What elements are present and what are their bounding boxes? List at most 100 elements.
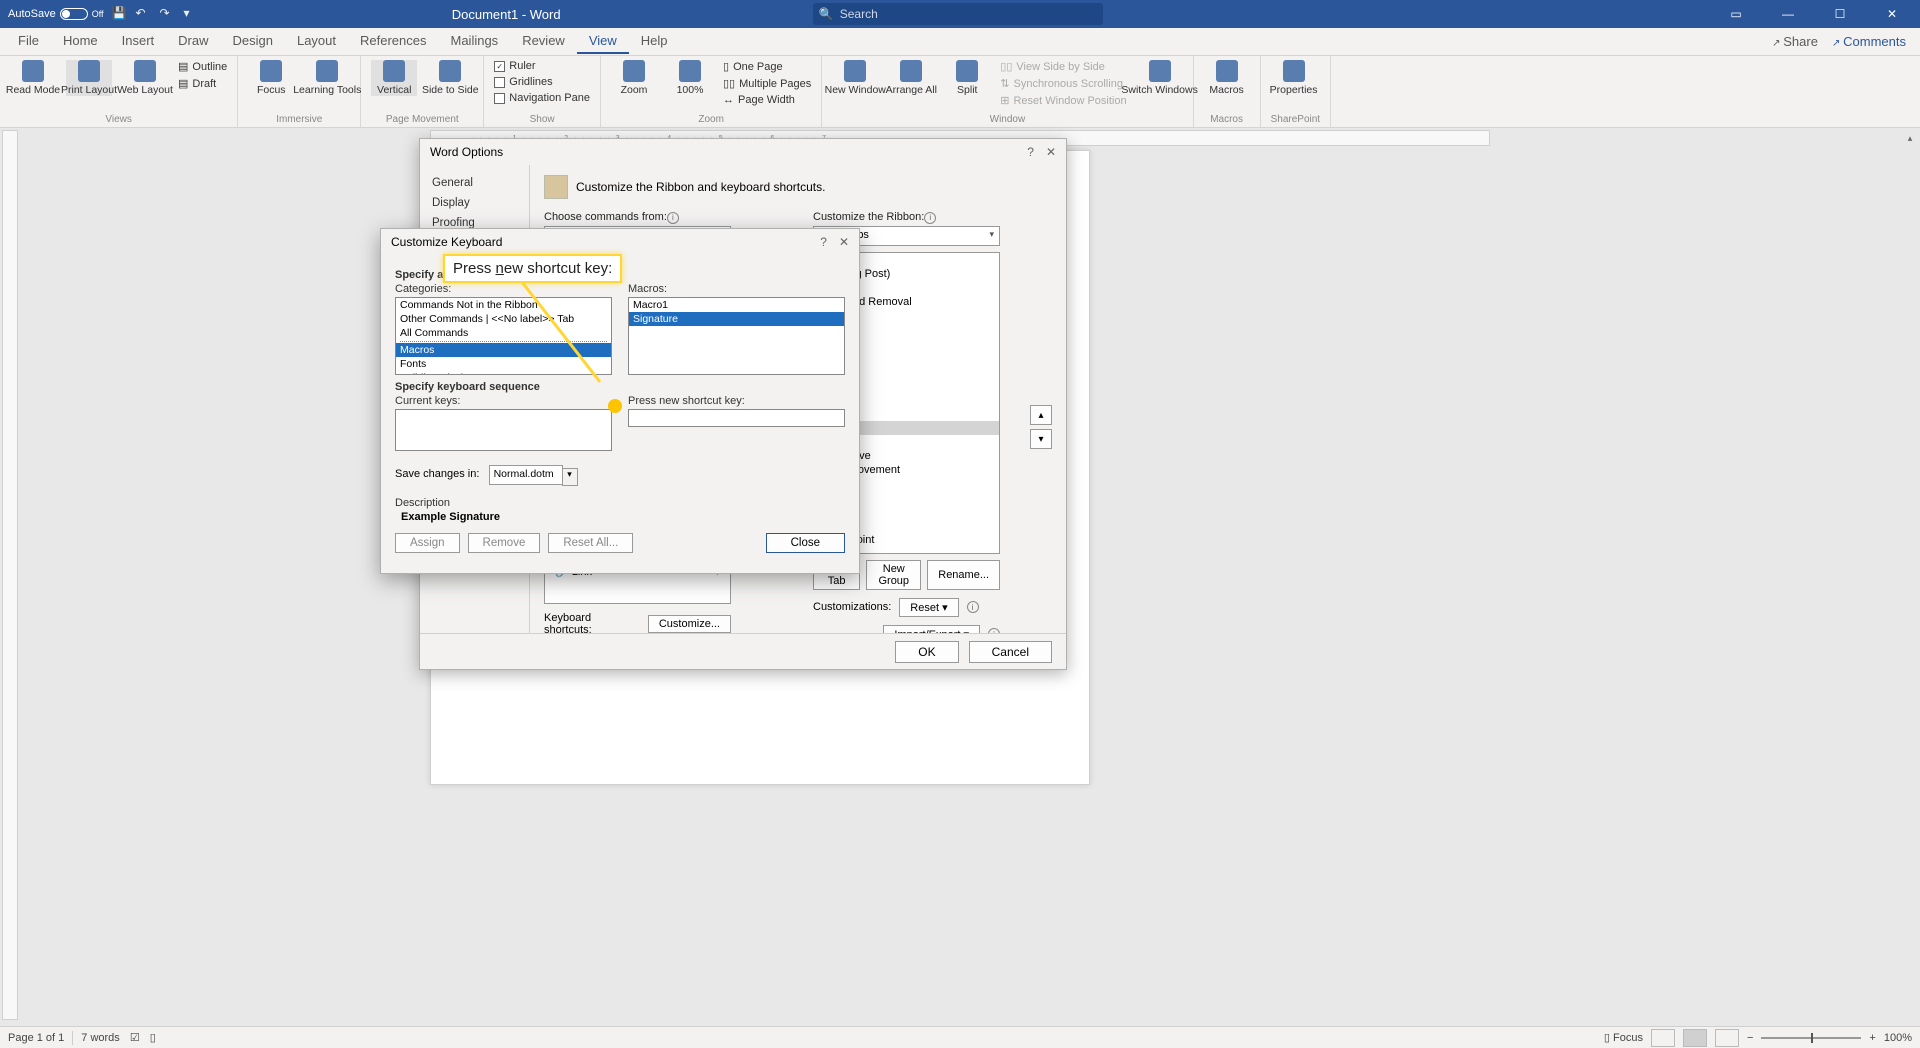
close-icon[interactable]: ✕ xyxy=(1046,145,1056,159)
draft-icon: ▤ xyxy=(178,77,188,90)
focus-button[interactable]: Focus xyxy=(248,60,294,96)
qat-icon[interactable]: ▾ xyxy=(184,6,200,22)
read-mode-button[interactable]: Read Mode xyxy=(10,60,56,96)
properties-button[interactable]: Properties xyxy=(1271,60,1317,96)
close-button[interactable]: Close xyxy=(766,533,845,553)
close-icon[interactable]: ✕ xyxy=(1872,0,1912,28)
redo-icon[interactable]: ↷ xyxy=(160,6,176,22)
list-item[interactable]: Fonts xyxy=(396,357,611,371)
outline-button[interactable]: ▤Outline xyxy=(178,60,227,73)
list-item[interactable]: Building Blocks xyxy=(396,371,611,375)
macros-list[interactable]: Macro1Signature xyxy=(628,297,845,375)
current-keys-list[interactable] xyxy=(395,409,612,451)
close-icon[interactable]: ✕ xyxy=(839,235,849,249)
list-item[interactable]: Commands Not in the Ribbon xyxy=(396,298,611,312)
zoom-slider[interactable] xyxy=(1761,1037,1861,1039)
rename-button[interactable]: Rename... xyxy=(927,560,1000,590)
learning-tools-button[interactable]: Learning Tools xyxy=(304,60,350,96)
tab-review[interactable]: Review xyxy=(510,29,577,54)
side-to-side-button[interactable]: Side to Side xyxy=(427,60,473,96)
tab-layout[interactable]: Layout xyxy=(285,29,348,54)
word-count[interactable]: 7 words xyxy=(81,1032,120,1044)
read-mode-view-icon[interactable] xyxy=(1651,1029,1675,1047)
undo-icon[interactable]: ↶ xyxy=(136,6,152,22)
remove-button[interactable]: Remove xyxy=(468,533,541,553)
list-item[interactable]: Other Commands | <<No label>> Tab xyxy=(396,312,611,326)
tab-file[interactable]: File xyxy=(6,29,51,54)
save-icon[interactable]: 💾 xyxy=(112,6,128,22)
tab-design[interactable]: Design xyxy=(221,29,285,54)
assign-button[interactable]: Assign xyxy=(395,533,460,553)
autosave-toggle[interactable]: AutoSave Off xyxy=(8,8,104,20)
minimize-icon[interactable]: — xyxy=(1768,0,1808,28)
new-window-button[interactable]: New Window xyxy=(832,60,878,96)
autosave-state: Off xyxy=(92,9,104,19)
page-width-button[interactable]: ↔Page Width xyxy=(723,94,811,106)
move-down-button[interactable]: ▾ xyxy=(1030,429,1052,449)
reset-button[interactable]: Reset ▾ xyxy=(899,598,958,617)
zoom-out-icon[interactable]: − xyxy=(1747,1032,1753,1044)
print-layout-view-icon[interactable] xyxy=(1683,1029,1707,1047)
macros-button[interactable]: Macros xyxy=(1204,60,1250,96)
view-side-by-side-button: ▯▯View Side by Side xyxy=(1000,60,1126,73)
reset-all-button[interactable]: Reset All... xyxy=(548,533,633,553)
move-up-button[interactable]: ▴ xyxy=(1030,405,1052,425)
word-options-title: Word Options xyxy=(430,145,503,159)
one-page-button[interactable]: ▯One Page xyxy=(723,60,811,73)
nav-general[interactable]: General xyxy=(420,173,529,193)
switch-windows-button[interactable]: Switch Windows xyxy=(1137,60,1183,96)
scroll-up-icon[interactable]: ▴ xyxy=(1902,130,1918,146)
arrange-all-button[interactable]: Arrange All xyxy=(888,60,934,96)
zoom-button[interactable]: Zoom xyxy=(611,60,657,96)
tab-references[interactable]: References xyxy=(348,29,438,54)
list-item[interactable]: Macro1 xyxy=(629,298,844,312)
info-icon[interactable]: i xyxy=(667,212,679,224)
save-changes-label: Save changes in: xyxy=(395,468,479,480)
comments-button[interactable]: Comments xyxy=(1832,34,1906,49)
help-icon[interactable]: ? xyxy=(1027,145,1034,159)
tab-home[interactable]: Home xyxy=(51,29,110,54)
print-layout-button[interactable]: Print Layout xyxy=(66,60,112,96)
tab-help[interactable]: Help xyxy=(629,29,680,54)
ok-button[interactable]: OK xyxy=(895,641,958,663)
search-input[interactable]: 🔍 Search xyxy=(813,3,1103,25)
focus-mode[interactable]: ▯ Focus xyxy=(1604,1031,1643,1044)
nav-display[interactable]: Display xyxy=(420,193,529,213)
tab-insert[interactable]: Insert xyxy=(110,29,167,54)
info-icon[interactable]: i xyxy=(924,212,936,224)
help-icon[interactable]: ? xyxy=(820,235,827,249)
split-button[interactable]: Split xyxy=(944,60,990,96)
gridlines-checkbox[interactable]: Gridlines xyxy=(494,76,590,88)
tab-mailings[interactable]: Mailings xyxy=(439,29,511,54)
share-button[interactable]: Share xyxy=(1772,34,1818,49)
zoom-100-button[interactable]: 100% xyxy=(667,60,713,96)
web-layout-button[interactable]: Web Layout xyxy=(122,60,168,96)
maximize-icon[interactable]: ☐ xyxy=(1820,0,1860,28)
accessibility-icon[interactable]: ▯ xyxy=(150,1031,156,1044)
customize-button[interactable]: Customize... xyxy=(648,615,731,633)
list-item[interactable]: Signature xyxy=(629,312,844,326)
tab-draw[interactable]: Draw xyxy=(166,29,220,54)
tab-view[interactable]: View xyxy=(577,29,629,54)
import-export-button[interactable]: Import/Export ▾ xyxy=(883,625,980,634)
ribbon-display-icon[interactable]: ▭ xyxy=(1716,0,1756,28)
cancel-button[interactable]: Cancel xyxy=(969,641,1052,663)
zoom-percent[interactable]: 100% xyxy=(1884,1032,1912,1044)
info-icon[interactable]: i xyxy=(967,601,979,613)
outline-icon: ▤ xyxy=(178,60,188,73)
categories-list[interactable]: Commands Not in the RibbonOther Commands… xyxy=(395,297,612,375)
draft-button[interactable]: ▤Draft xyxy=(178,77,227,90)
info-icon[interactable]: i xyxy=(988,628,1000,633)
press-new-shortcut-input[interactable] xyxy=(628,409,845,427)
zoom-in-icon[interactable]: + xyxy=(1869,1032,1875,1044)
multiple-pages-button[interactable]: ▯▯Multiple Pages xyxy=(723,77,811,90)
ruler-checkbox[interactable]: Ruler xyxy=(494,60,590,72)
vertical-button[interactable]: Vertical xyxy=(371,60,417,96)
new-group-button[interactable]: New Group xyxy=(866,560,921,590)
page-indicator[interactable]: Page 1 of 1 xyxy=(8,1032,64,1044)
web-layout-view-icon[interactable] xyxy=(1715,1029,1739,1047)
save-changes-combo[interactable]: Normal.dotm xyxy=(489,465,563,485)
list-item[interactable]: All Commands xyxy=(396,326,611,340)
spell-check-icon[interactable]: ☑ xyxy=(130,1031,140,1044)
navigation-pane-checkbox[interactable]: Navigation Pane xyxy=(494,92,590,104)
